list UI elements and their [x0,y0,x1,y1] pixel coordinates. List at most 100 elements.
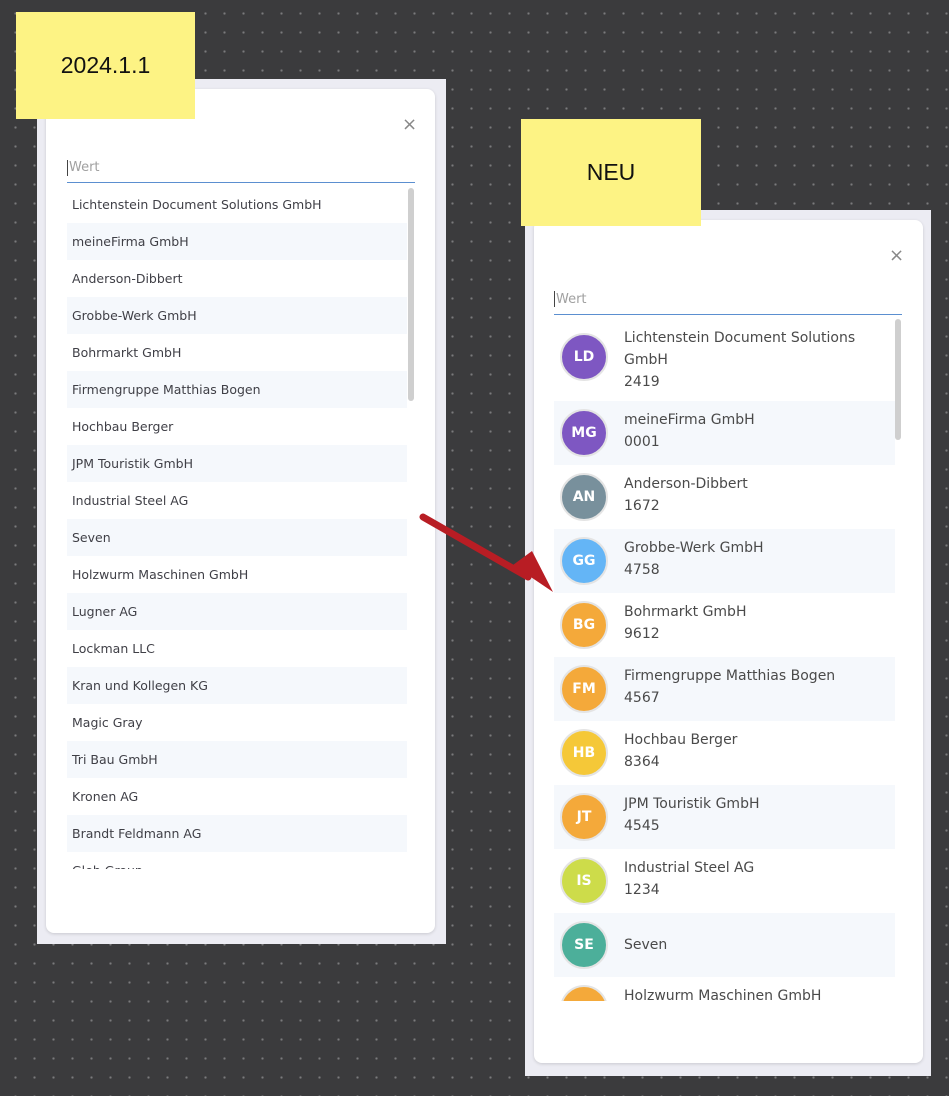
list-item[interactable]: Firmengruppe Matthias Bogen [67,371,407,408]
list-item[interactable]: FM Firmengruppe Matthias Bogen 4567 [554,657,895,721]
company-name: Holzwurm Maschinen GmbH [624,988,822,1001]
old-list-scrollbar[interactable] [408,188,414,401]
avatar: HB [560,729,608,777]
list-item[interactable]: Kronen AG [67,778,407,815]
new-version-note: NEU [521,119,701,226]
company-name: Holzwurm Maschinen GmbH [72,567,249,582]
company-name: Seven [72,530,111,545]
close-icon[interactable]: × [889,247,904,265]
company-name: Grobbe-Werk GmbH [72,308,197,323]
list-item[interactable]: Brandt Feldmann AG [67,815,407,852]
company-number: 4758 [624,562,660,578]
list-item[interactable]: GG Grobbe-Werk GmbH 4758 [554,529,895,593]
avatar [560,985,608,1001]
company-name: JPM Touristik GmbH [624,796,760,812]
list-item[interactable]: MG meineFirma GmbH 0001 [554,401,895,465]
old-dialog: × Lichtenstein Document Solutions GmbH me… [46,89,435,933]
company-name: Grobbe-Werk GmbH [624,540,764,556]
company-number: 8364 [624,754,660,770]
old-version-label: 2024.1.1 [60,52,151,78]
list-item[interactable]: SE Seven [554,913,895,977]
company-number: 9612 [624,626,660,642]
avatar: BG [560,601,608,649]
company-number: 4567 [624,690,660,706]
list-item[interactable]: Lichtenstein Document Solutions GmbH [67,186,407,223]
avatar: SE [560,921,608,969]
company-number: 4545 [624,818,660,834]
new-list-scrollbar[interactable] [895,319,901,440]
list-item[interactable]: Holzwurm Maschinen GmbH [554,977,895,1001]
item-texts: Grobbe-Werk GmbH 4758 [624,537,764,581]
avatar: FM [560,665,608,713]
company-name: meineFirma GmbH [624,412,755,428]
company-number: 2419 [624,374,660,390]
list-item[interactable]: Anderson-Dibbert [67,260,407,297]
company-name: Bohrmarkt GmbH [624,604,747,620]
search-field[interactable] [67,153,415,183]
company-name: Bohrmarkt GmbH [72,345,182,360]
company-name: Kronen AG [72,789,139,804]
list-item[interactable]: Kran und Kollegen KG [67,667,407,704]
company-name: Firmengruppe Matthias Bogen [72,382,261,397]
close-icon[interactable]: × [402,116,417,134]
company-name: Hochbau Berger [624,732,738,748]
list-item[interactable]: Tri Bau GmbH [67,741,407,778]
company-name: Lockman LLC [72,641,155,656]
company-name: Gleb Group [72,863,143,869]
list-item[interactable]: Industrial Steel AG [67,482,407,519]
new-version-label: NEU [586,159,636,185]
list-item[interactable]: Bohrmarkt GmbH [67,334,407,371]
comparison-arrow [419,513,553,592]
list-item[interactable]: Gleb Group [67,852,407,869]
list-item[interactable]: Grobbe-Werk GmbH [67,297,407,334]
item-texts: Firmengruppe Matthias Bogen 4567 [624,665,835,709]
company-name: Firmengruppe Matthias Bogen [624,668,836,684]
item-texts: Holzwurm Maschinen GmbH [624,985,821,1001]
company-name: meineFirma GmbH [72,234,189,249]
item-texts: Hochbau Berger 8364 [624,729,737,773]
list-item[interactable]: Lockman LLC [67,630,407,667]
company-name: Industrial Steel AG [624,860,755,876]
new-dialog: × LD Lichtenstein Document Solutions GmbH… [534,220,923,1063]
company-name: Anderson-Dibbert [72,271,183,286]
item-texts: Industrial Steel AG 1234 [624,857,754,901]
list-item[interactable]: Lugner AG [67,593,407,630]
item-texts: Seven [624,921,667,956]
list-item[interactable]: Seven [67,519,407,556]
avatar: IS [560,857,608,905]
company-name: Brandt Feldmann AG [72,826,202,841]
company-name: Seven [624,937,668,953]
company-name: Hochbau Berger [72,419,174,434]
item-texts: Bohrmarkt GmbH 9612 [624,601,746,645]
old-company-list: Lichtenstein Document Solutions GmbH mein… [67,186,407,869]
company-name: Lugner AG [72,604,138,619]
list-item[interactable]: LD Lichtenstein Document Solutions GmbH 24… [554,319,895,401]
company-name: JPM Touristik GmbH [72,456,193,471]
search-input[interactable] [69,160,415,175]
search-input[interactable] [556,291,902,307]
list-item[interactable]: BG Bohrmarkt GmbH 9612 [554,593,895,657]
list-item[interactable]: AN Anderson-Dibbert 1672 [554,465,895,529]
company-name: Anderson-Dibbert [624,476,748,492]
avatar: AN [560,473,608,521]
avatar: GG [560,537,608,585]
item-texts: Lichtenstein Document Solutions GmbH 2419 [624,327,874,393]
avatar: JT [560,793,608,841]
item-texts: meineFirma GmbH 0001 [624,409,755,453]
list-item[interactable]: JPM Touristik GmbH [67,445,407,482]
list-item[interactable]: Holzwurm Maschinen GmbH [67,556,407,593]
text-caret [67,159,68,176]
search-field[interactable] [554,284,902,315]
company-name: Industrial Steel AG [72,493,189,508]
company-number: 0001 [624,434,660,450]
arrow-shaft [419,513,532,581]
list-item[interactable]: JT JPM Touristik GmbH 4545 [554,785,895,849]
list-item[interactable]: HB Hochbau Berger 8364 [554,721,895,785]
new-company-list: LD Lichtenstein Document Solutions GmbH 24… [554,319,895,1001]
list-item[interactable]: Magic Gray [67,704,407,741]
list-item[interactable]: Hochbau Berger [67,408,407,445]
old-version-note: 2024.1.1 [16,12,195,119]
list-item[interactable]: meineFirma GmbH [67,223,407,260]
item-texts: JPM Touristik GmbH 4545 [624,793,760,837]
list-item[interactable]: IS Industrial Steel AG 1234 [554,849,895,913]
